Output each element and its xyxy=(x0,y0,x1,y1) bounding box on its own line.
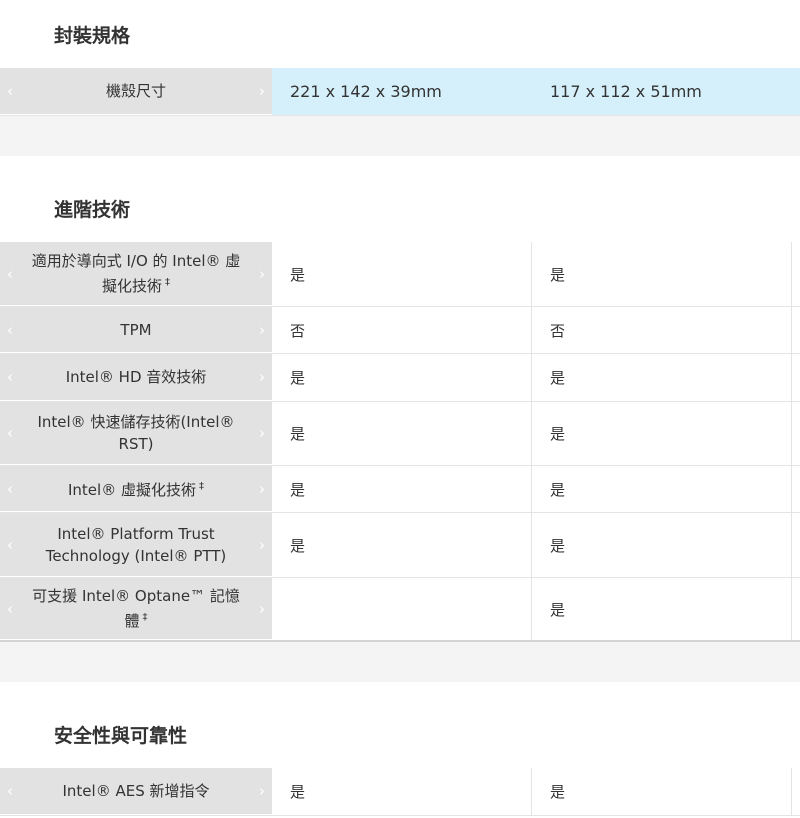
value-cell-1 xyxy=(272,578,532,640)
value-cell-tail xyxy=(792,307,800,353)
row-label: ‹ Intel® 虛擬化技術 ‡ › xyxy=(0,466,272,512)
row-label: ‹ 可支援 Intel® Optane™ 記憶體 ‡ › xyxy=(0,578,272,640)
chevron-right-icon[interactable]: › xyxy=(259,534,265,556)
row-label: ‹ 機殼尺寸 › xyxy=(0,68,272,115)
chevron-left-icon[interactable]: ‹ xyxy=(7,422,13,444)
value-cell-tail xyxy=(792,354,800,401)
chevron-left-icon[interactable]: ‹ xyxy=(7,534,13,556)
value-cell-1: 221 x 142 x 39mm xyxy=(272,68,532,115)
dagger-mark: ‡ xyxy=(142,612,148,623)
value-cell-1: 是 xyxy=(272,768,532,815)
chevron-left-icon[interactable]: ‹ xyxy=(7,263,13,285)
section-divider xyxy=(0,116,800,156)
section-title-advanced: 進階技術 xyxy=(0,156,800,242)
chevron-left-icon[interactable]: ‹ xyxy=(7,478,13,500)
value-cell-2: 否 xyxy=(532,307,792,353)
value-cell-tail xyxy=(792,242,800,306)
chevron-left-icon[interactable]: ‹ xyxy=(7,598,13,620)
spec-row-case-size: ‹ 機殼尺寸 › 221 x 142 x 39mm 117 x 112 x 51… xyxy=(0,68,800,116)
row-label: ‹ 適用於導向式 I/O 的 Intel® 虛擬化技術 ‡ › xyxy=(0,242,272,306)
value-cell-1: 是 xyxy=(272,402,532,465)
chevron-right-icon[interactable]: › xyxy=(259,263,265,285)
row-label-text: 適用於導向式 I/O 的 Intel® 虛擬化技術 xyxy=(31,252,241,295)
dagger-mark: ‡ xyxy=(198,481,204,492)
value-cell-tail xyxy=(792,402,800,465)
chevron-right-icon[interactable]: › xyxy=(259,422,265,444)
value-cell-1: 是 xyxy=(272,513,532,577)
chevron-left-icon[interactable]: ‹ xyxy=(7,80,13,102)
chevron-right-icon[interactable]: › xyxy=(259,319,265,341)
row-label-text: TPM xyxy=(120,320,152,339)
spec-row-rst: ‹ Intel® 快速儲存技術(Intel® RST) › 是 是 xyxy=(0,402,800,466)
chevron-right-icon[interactable]: › xyxy=(259,80,265,102)
value-cell-tail xyxy=(792,513,800,577)
spec-row-hd-audio: ‹ Intel® HD 音效技術 › 是 是 xyxy=(0,354,800,402)
chevron-left-icon[interactable]: ‹ xyxy=(7,366,13,388)
chevron-right-icon[interactable]: › xyxy=(259,780,265,802)
row-label-text: 機殼尺寸 xyxy=(105,82,166,100)
value-cell-tail xyxy=(792,466,800,512)
chevron-left-icon[interactable]: ‹ xyxy=(7,319,13,341)
value-cell-2: 是 xyxy=(532,354,792,401)
value-cell-2: 117 x 112 x 51mm xyxy=(532,68,792,115)
row-label-text: Intel® HD 音效技術 xyxy=(65,368,207,386)
row-label-text: Intel® Platform Trust Technology (Intel®… xyxy=(45,524,227,565)
row-label: ‹ Intel® 快速儲存技術(Intel® RST) › xyxy=(0,402,272,465)
spec-row-aes: ‹ Intel® AES 新增指令 › 是 是 xyxy=(0,768,800,816)
value-cell-tail xyxy=(792,768,800,815)
chevron-right-icon[interactable]: › xyxy=(259,598,265,620)
value-cell-1: 否 xyxy=(272,307,532,353)
value-cell-2: 是 xyxy=(532,402,792,465)
section-title-security: 安全性與可靠性 xyxy=(0,682,800,768)
row-label: ‹ TPM › xyxy=(0,307,272,353)
row-label-text: 可支援 Intel® Optane™ 記憶體 xyxy=(32,587,240,630)
dagger-mark: ‡ xyxy=(165,277,170,288)
value-cell-2: 是 xyxy=(532,513,792,577)
spec-row-tpm: ‹ TPM › 否 否 xyxy=(0,307,800,354)
section-divider xyxy=(0,642,800,682)
row-label-text: Intel® 快速儲存技術(Intel® RST) xyxy=(37,413,235,453)
value-cell-1: 是 xyxy=(272,242,532,306)
value-cell-tail xyxy=(792,68,800,115)
value-cell-1: 是 xyxy=(272,466,532,512)
section-title-packaging: 封裝規格 xyxy=(0,0,800,68)
row-label: ‹ Intel® HD 音效技術 › xyxy=(0,354,272,401)
row-label: ‹ Intel® Platform Trust Technology (Inte… xyxy=(0,513,272,577)
chevron-right-icon[interactable]: › xyxy=(259,366,265,388)
spec-row-vt-x: ‹ Intel® 虛擬化技術 ‡ › 是 是 xyxy=(0,466,800,513)
row-label: ‹ Intel® AES 新增指令 › xyxy=(0,768,272,815)
chevron-right-icon[interactable]: › xyxy=(259,478,265,500)
spec-row-vt-d: ‹ 適用於導向式 I/O 的 Intel® 虛擬化技術 ‡ › 是 是 xyxy=(0,242,800,307)
value-cell-2: 是 xyxy=(532,768,792,815)
value-cell-tail xyxy=(792,578,800,640)
value-cell-2: 是 xyxy=(532,466,792,512)
row-label-text: Intel® AES 新增指令 xyxy=(62,782,210,800)
value-cell-2: 是 xyxy=(532,578,792,640)
spec-row-ptt: ‹ Intel® Platform Trust Technology (Inte… xyxy=(0,513,800,578)
spec-row-optane: ‹ 可支援 Intel® Optane™ 記憶體 ‡ › 是 xyxy=(0,578,800,642)
value-cell-1: 是 xyxy=(272,354,532,401)
row-label-text: Intel® 虛擬化技術 xyxy=(68,481,196,499)
chevron-left-icon[interactable]: ‹ xyxy=(7,780,13,802)
value-cell-2: 是 xyxy=(532,242,792,306)
